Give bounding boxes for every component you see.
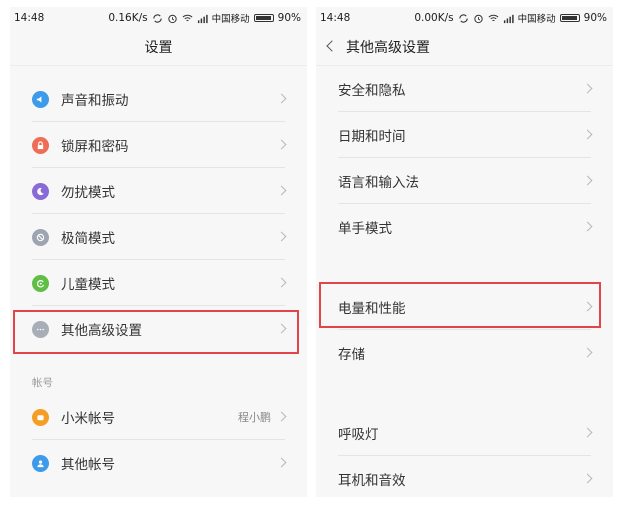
- user-icon: [32, 454, 49, 472]
- settings-item-label: 耳机和音效: [338, 473, 406, 489]
- settings-item-storage[interactable]: 存储: [316, 330, 613, 376]
- chevron-right-icon: [276, 93, 287, 104]
- alarm-icon: [473, 14, 483, 23]
- battery-icon: [253, 14, 274, 22]
- battery-percent: 90%: [583, 12, 607, 24]
- chevron-right-icon: [276, 139, 287, 150]
- lock-icon: [32, 136, 49, 154]
- chevron-right-icon: [276, 185, 287, 196]
- settings-item-label: 语言和输入法: [338, 175, 419, 191]
- page-title: 其他高级设置: [346, 40, 430, 56]
- back-arrow-icon[interactable]: [326, 40, 338, 52]
- status-bar: 14:48 0.16K/s 中国移动 90%: [10, 7, 307, 29]
- settings-item-child-mode[interactable]: 儿童模式: [10, 260, 307, 306]
- status-time: 14:48: [320, 12, 351, 24]
- chevron-right-icon: [276, 231, 287, 242]
- chevron-right-icon: [582, 427, 593, 438]
- settings-item-date-time[interactable]: 日期和时间: [316, 112, 613, 158]
- settings-item-label: 存储: [338, 347, 365, 363]
- settings-item-battery-performance[interactable]: 电量和性能: [316, 284, 613, 330]
- page-title-bar: 其他高级设置: [316, 29, 613, 66]
- chevron-right-icon: [276, 277, 287, 288]
- status-time: 14:48: [14, 12, 45, 24]
- minimal-mode-icon: [32, 228, 49, 246]
- chevron-right-icon: [582, 83, 593, 94]
- settings-item-label: 其他高级设置: [61, 323, 142, 339]
- settings-item-label: 锁屏和密码: [61, 139, 129, 155]
- chevron-right-icon: [276, 457, 287, 468]
- settings-item-label: 单手模式: [338, 221, 392, 237]
- moon-icon: [32, 182, 49, 200]
- chevron-right-icon: [582, 347, 593, 358]
- settings-item-other-accounts[interactable]: 其他帐号: [10, 440, 307, 486]
- network-speed: 0.00K/s: [414, 12, 454, 24]
- sync-icon: [152, 13, 162, 23]
- settings-item-label: 电量和性能: [338, 301, 406, 317]
- network-speed: 0.16K/s: [108, 12, 148, 24]
- wifi-icon: [488, 14, 499, 21]
- settings-item-language-input[interactable]: 语言和输入法: [316, 158, 613, 204]
- wifi-icon: [182, 14, 193, 21]
- settings-item-advanced[interactable]: 其他高级设置: [10, 306, 307, 352]
- settings-screen: 14:48 0.16K/s 中国移动 90% 设置 声音和振动 锁屏和密码 勿扰…: [10, 7, 307, 497]
- battery-percent: 90%: [277, 12, 301, 24]
- chevron-right-icon: [582, 221, 593, 232]
- settings-item-minimal-mode[interactable]: 极简模式: [10, 214, 307, 260]
- alarm-icon: [167, 14, 177, 23]
- carrier-name: 中国移动: [211, 14, 250, 25]
- chevron-right-icon: [276, 411, 287, 422]
- chevron-right-icon: [582, 175, 593, 186]
- battery-icon: [559, 14, 580, 22]
- settings-item-label: 日期和时间: [338, 129, 406, 145]
- page-title-bar: 设置: [10, 29, 307, 66]
- settings-item-label: 声音和振动: [61, 93, 129, 109]
- sound-icon: [32, 90, 49, 108]
- chevron-right-icon: [582, 301, 593, 312]
- more-icon: [32, 320, 49, 338]
- status-indicators: 0.00K/s 中国移动 90%: [414, 11, 607, 25]
- settings-item-label: 勿扰模式: [61, 185, 115, 201]
- settings-item-label: 呼吸灯: [338, 427, 379, 443]
- settings-item-label: 儿童模式: [61, 277, 115, 293]
- settings-item-security-privacy[interactable]: 安全和隐私: [316, 66, 613, 112]
- settings-item-sound[interactable]: 声音和振动: [10, 76, 307, 122]
- chevron-right-icon: [582, 473, 593, 484]
- status-bar: 14:48 0.00K/s 中国移动 90%: [316, 7, 613, 29]
- settings-item-headphones-audio[interactable]: 耳机和音效: [316, 456, 613, 497]
- account-username: 程小鹏: [238, 411, 271, 424]
- child-mode-icon: [32, 274, 49, 292]
- settings-item-label: 极简模式: [61, 231, 115, 247]
- status-indicators: 0.16K/s 中国移动 90%: [108, 11, 301, 25]
- settings-item-mi-account[interactable]: 小米帐号 程小鹏: [10, 394, 307, 440]
- settings-item-one-hand-mode[interactable]: 单手模式: [316, 204, 613, 250]
- signal-icon: [197, 14, 208, 23]
- carrier-name: 中国移动: [517, 14, 556, 25]
- account-section-header: 帐号: [32, 377, 53, 389]
- settings-item-label: 安全和隐私: [338, 83, 406, 99]
- sync-icon: [458, 13, 468, 23]
- settings-item-label: 小米帐号: [61, 411, 115, 427]
- settings-item-label: 其他帐号: [61, 457, 115, 473]
- chevron-right-icon: [276, 323, 287, 334]
- settings-item-breathing-light[interactable]: 呼吸灯: [316, 410, 613, 456]
- settings-item-lockscreen[interactable]: 锁屏和密码: [10, 122, 307, 168]
- chevron-right-icon: [582, 129, 593, 140]
- page-title: 设置: [144, 40, 173, 56]
- signal-icon: [503, 14, 514, 23]
- settings-item-dnd[interactable]: 勿扰模式: [10, 168, 307, 214]
- mi-account-icon: [32, 408, 49, 426]
- advanced-settings-screen: 14:48 0.00K/s 中国移动 90% 其他高级设置 安全和隐私 日期和时…: [316, 7, 613, 497]
